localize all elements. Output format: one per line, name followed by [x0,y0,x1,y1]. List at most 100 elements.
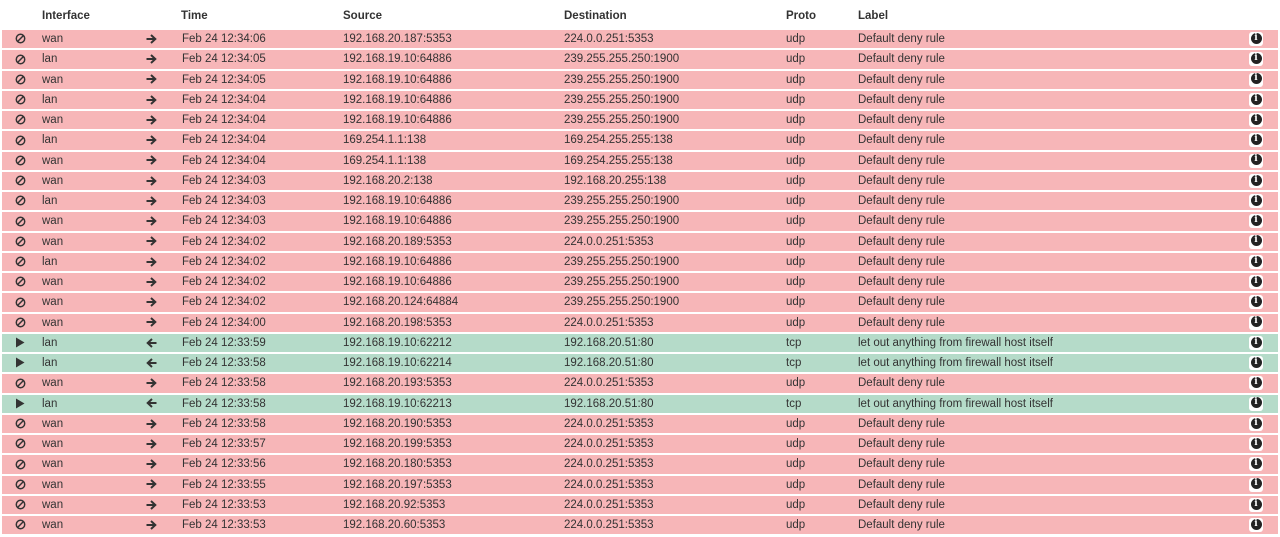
arrow-right-icon [144,476,158,495]
info-circle-icon[interactable]: i [1249,173,1263,188]
label-cell: Default deny rule [858,33,945,45]
destination-cell: 239.255.255.250:1900 [564,73,680,86]
info-circle-icon[interactable]: i [1249,457,1263,472]
proto-cell: udp [786,114,806,126]
proto-cell: udp [786,255,806,268]
info-circle-icon[interactable]: i [1249,133,1263,148]
table-row: lan Feb 24 12:34:02 192.168.19.10:64886 239… [2,252,1278,273]
table-row: wan Feb 24 12:34:05 192.168.19.10:64886 239… [2,70,1278,90]
info-circle-icon[interactable]: i [1249,518,1263,532]
info-circle-icon[interactable]: i [1249,497,1263,512]
table-row: wan Feb 24 12:33:57 192.168.20.199:5353 224… [2,435,1278,455]
proto-cell: udp [786,134,806,147]
arrow-right-icon [144,516,158,535]
source-cell: 169.254.1.1:138 [343,134,427,147]
play-icon [13,334,27,353]
destination-cell: 224.0.0.251:5353 [564,498,654,511]
arrow-right-icon [144,212,158,231]
proto-cell: udp [786,195,806,207]
interface-cell: wan [42,174,64,187]
time-cell: Feb 24 12:33:53 [182,498,266,511]
proto-cell: udp [786,498,806,511]
info-circle-icon[interactable]: i [1249,92,1263,107]
destination-cell: 224.0.0.251:5353 [564,417,654,430]
table-row: wan Feb 24 12:34:02 192.168.19.10:64886 239… [2,273,1278,293]
header-interface[interactable]: Interface [42,10,90,22]
time-cell: Feb 24 12:33:58 [182,357,266,369]
ban-icon [13,172,27,191]
proto-cell: udp [786,73,806,86]
info-circle-icon[interactable]: i [1249,194,1263,208]
header-proto[interactable]: Proto [786,10,816,22]
header-time[interactable]: Time [181,10,208,22]
info-circle-icon[interactable]: i [1249,234,1263,249]
info-circle-icon[interactable]: i [1249,416,1263,431]
ban-icon [13,415,27,434]
ban-icon [13,111,27,130]
info-circle-icon[interactable]: i [1249,315,1263,330]
time-cell: Feb 24 12:34:06 [182,33,266,45]
table-row: lan Feb 24 12:34:04 192.168.19.10:64886 239… [2,90,1278,111]
table-row: wan Feb 24 12:34:00 192.168.20.198:5353 224… [2,313,1278,333]
info-circle-icon[interactable]: i [1249,335,1263,350]
time-cell: Feb 24 12:33:53 [182,519,266,531]
info-circle-icon[interactable]: i [1249,32,1263,46]
interface-cell: wan [42,438,64,450]
info-circle-icon[interactable]: i [1249,113,1263,127]
source-cell: 192.168.19.10:64886 [343,255,452,268]
interface-cell: wan [42,235,64,248]
time-cell: Feb 24 12:33:59 [182,336,266,349]
source-cell: 192.168.19.10:62212 [343,336,452,349]
interface-cell: wan [42,154,64,167]
source-cell: 169.254.1.1:138 [343,154,427,167]
time-cell: Feb 24 12:34:05 [182,53,266,66]
ban-icon [13,233,27,252]
destination-cell: 224.0.0.251:5353 [564,377,654,390]
ban-icon [13,435,27,454]
info-circle-icon[interactable]: i [1249,52,1263,67]
time-cell: Feb 24 12:34:05 [182,73,266,86]
source-cell: 192.168.19.10:62213 [343,397,452,410]
info-circle-icon[interactable]: i [1249,254,1263,269]
interface-cell: wan [42,377,64,390]
label-cell: Default deny rule [858,438,945,450]
proto-cell: udp [786,458,806,471]
label-cell: Default deny rule [858,215,945,228]
destination-cell: 224.0.0.251:5353 [564,438,654,450]
proto-cell: udp [786,154,806,167]
arrow-right-icon [144,415,158,434]
info-circle-icon[interactable]: i [1249,356,1263,370]
table-row: wan Feb 24 12:34:03 192.168.19.10:64886 239… [2,212,1278,232]
source-cell: 192.168.20.2:138 [343,174,433,187]
header-destination[interactable]: Destination [564,10,627,22]
time-cell: Feb 24 12:33:58 [182,417,266,430]
time-cell: Feb 24 12:34:04 [182,154,266,167]
destination-cell: 224.0.0.251:5353 [564,458,654,471]
info-circle-icon[interactable]: i [1249,295,1263,310]
header-label[interactable]: Label [858,10,888,22]
label-cell: Default deny rule [858,235,945,248]
info-circle-icon[interactable]: i [1249,72,1263,87]
info-circle-icon[interactable]: i [1249,477,1263,492]
arrow-right-icon [144,131,158,150]
interface-cell: wan [42,316,64,329]
time-cell: Feb 24 12:34:03 [182,215,266,228]
arrow-right-icon [144,71,158,90]
info-circle-icon[interactable]: i [1249,396,1263,411]
source-cell: 192.168.19.10:64886 [343,114,452,126]
label-cell: Default deny rule [858,316,945,329]
proto-cell: tcp [786,336,802,349]
info-circle-icon[interactable]: i [1249,376,1263,391]
info-circle-icon[interactable]: i [1249,153,1263,168]
interface-cell: wan [42,215,64,228]
ban-icon [13,131,27,150]
play-icon [13,395,27,414]
info-circle-icon[interactable]: i [1249,437,1263,451]
info-circle-icon[interactable]: i [1249,214,1263,229]
header-source[interactable]: Source [343,10,382,22]
arrow-left-icon [144,334,158,353]
info-circle-icon[interactable]: i [1249,275,1263,289]
label-cell: Default deny rule [858,114,945,126]
interface-cell: lan [42,195,58,207]
label-cell: Default deny rule [858,154,945,167]
